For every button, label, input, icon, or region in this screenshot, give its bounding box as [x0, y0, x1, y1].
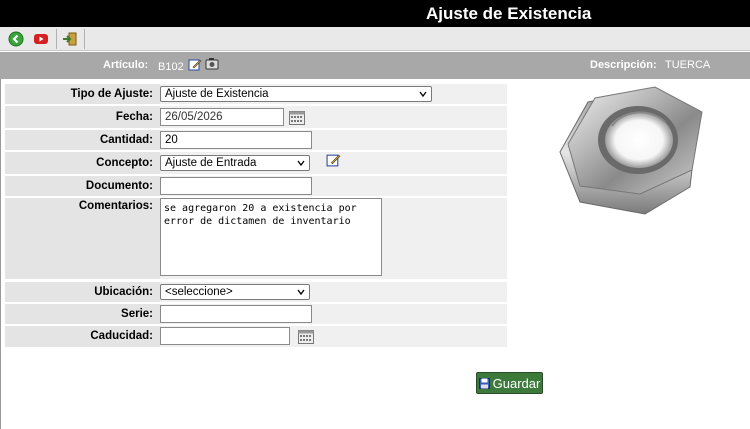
cantidad-label: Cantidad:: [99, 134, 153, 146]
concepto-label: Concepto:: [96, 157, 153, 169]
row-value-cell: [160, 176, 507, 196]
exit-icon[interactable]: [62, 31, 78, 47]
calendar-icon[interactable]: [289, 111, 305, 125]
cantidad-input[interactable]: 20: [160, 131, 312, 149]
row-serie: Serie:: [5, 304, 507, 324]
save-button-label: Guardar: [492, 375, 541, 391]
toolbar-separator: [56, 29, 57, 49]
description-label: Descripción:: [590, 59, 657, 71]
row-value-cell: se agregaron 20 a existencia por error d…: [160, 198, 507, 279]
row-tipo-ajuste: Tipo de Ajuste: Ajuste de Existencia: [5, 84, 507, 104]
caducidad-label: Caducidad:: [90, 330, 153, 342]
edit-icon[interactable]: [188, 58, 202, 74]
row-ubicacion: Ubicación: <seleccione>: [5, 282, 507, 302]
concepto-select[interactable]: Ajuste de Entrada: [160, 155, 310, 171]
save-button[interactable]: Guardar: [476, 372, 543, 394]
article-label: Artículo:: [103, 59, 149, 71]
concepto-value: Ajuste de Entrada: [165, 157, 257, 169]
tipo-ajuste-select[interactable]: Ajuste de Existencia: [160, 86, 432, 102]
row-value-cell: Ajuste de Entrada: [160, 152, 507, 174]
ubicacion-select[interactable]: <seleccione>: [160, 284, 310, 300]
ubicacion-value: <seleccione>: [165, 286, 233, 298]
tipo-ajuste-value: Ajuste de Existencia: [165, 88, 269, 100]
documento-input[interactable]: [160, 177, 312, 195]
fecha-input[interactable]: 26/05/2026: [160, 108, 284, 126]
ubicacion-label: Ubicación:: [94, 286, 153, 298]
toolbar: [0, 27, 750, 51]
title-bar: Ajuste de Existencia: [0, 0, 750, 27]
toolbar-separator: [84, 29, 85, 49]
documento-label: Documento:: [85, 180, 153, 192]
chevron-down-icon: [419, 91, 427, 98]
row-caducidad: Caducidad:: [5, 326, 507, 347]
row-value-cell: <seleccione>: [160, 282, 507, 302]
hex-nut-image: [559, 86, 703, 215]
serie-label: Serie:: [121, 308, 153, 320]
row-value-cell: 26/05/2026: [160, 106, 507, 128]
floppy-disk-icon: [478, 377, 490, 389]
fecha-label: Fecha:: [115, 111, 153, 123]
camera-icon[interactable]: [205, 57, 219, 73]
caducidad-input[interactable]: [160, 327, 290, 345]
row-value-cell: Ajuste de Existencia: [160, 84, 507, 104]
row-fecha: Fecha: 26/05/2026: [5, 106, 507, 128]
product-image: [540, 82, 745, 232]
chevron-down-icon: [297, 289, 305, 296]
row-value-cell: [160, 326, 507, 347]
chevron-down-icon: [297, 160, 305, 167]
left-border: [0, 79, 1, 429]
row-comentarios: Comentarios: se agregaron 20 a existenci…: [5, 198, 507, 279]
row-value-cell: 20: [160, 130, 507, 150]
tipo-ajuste-label: Tipo de Ajuste:: [70, 88, 153, 100]
article-code: B102: [158, 61, 184, 73]
article-info-bar: Artículo: B102 Descripción: TUERCA: [0, 52, 750, 79]
edit-concepto-icon[interactable]: [326, 153, 341, 167]
back-icon[interactable]: [8, 31, 24, 47]
row-value-cell: [160, 304, 507, 324]
comentarios-textarea[interactable]: se agregaron 20 a existencia por error d…: [160, 198, 382, 276]
comentarios-label: Comentarios:: [78, 200, 153, 212]
row-documento: Documento:: [5, 176, 507, 196]
row-concepto: Concepto: Ajuste de Entrada: [5, 152, 507, 174]
row-cantidad: Cantidad: 20: [5, 130, 507, 150]
serie-input[interactable]: [160, 305, 312, 323]
description-value: TUERCA: [665, 59, 711, 71]
calendar-icon[interactable]: [298, 330, 314, 344]
youtube-icon[interactable]: [33, 31, 49, 47]
page-title: Ajuste de Existencia: [426, 4, 592, 23]
